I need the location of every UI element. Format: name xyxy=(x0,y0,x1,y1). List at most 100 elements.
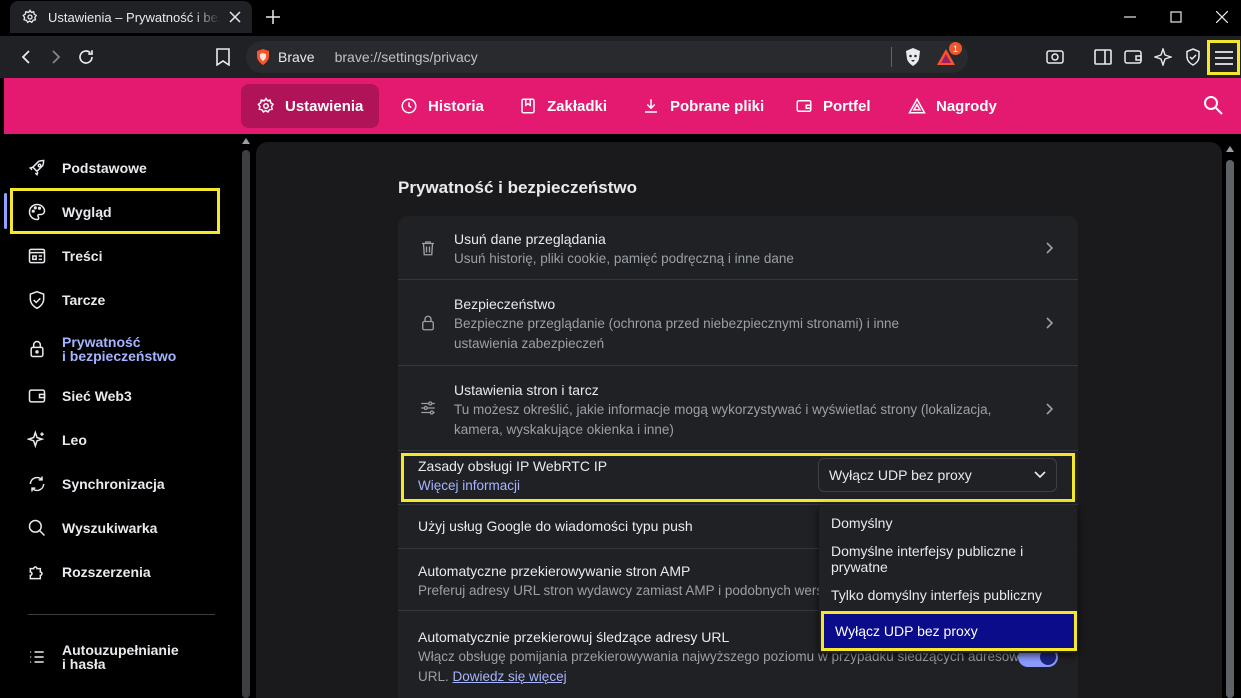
url-text[interactable]: brave://settings/privacy xyxy=(335,49,891,65)
brave-rewards-icon[interactable]: 1 xyxy=(934,42,962,68)
chevron-right-icon xyxy=(1046,403,1054,415)
back-icon[interactable] xyxy=(12,43,40,71)
download-icon xyxy=(642,97,660,115)
option-public-private[interactable]: Domyślne interfejsy publiczne i prywatne xyxy=(819,541,1077,577)
sidebar-item-sync[interactable]: Synchronizacja xyxy=(26,472,165,496)
omnibox-separator xyxy=(891,47,892,67)
brave-shields-icon[interactable] xyxy=(902,46,924,68)
sidebar-item-label: Synchronizacja xyxy=(62,476,165,492)
nav-rewards[interactable]: Nagrody xyxy=(892,84,1013,128)
row-subtitle: Tu możesz określić, jakie informacje mog… xyxy=(454,402,992,437)
scrollbar-thumb[interactable] xyxy=(242,150,250,698)
option-public-only[interactable]: Tylko domyślny interfejs publiczny xyxy=(819,577,1077,613)
nav-history[interactable]: Historia xyxy=(384,84,500,128)
chevron-right-icon xyxy=(1046,242,1054,254)
sliders-icon xyxy=(418,398,438,418)
sidebar-item-autofill[interactable]: Autouzupełnianie i hasła xyxy=(26,639,179,675)
label-line: i hasła xyxy=(62,656,106,672)
row-title: Automatycznie przekierowuj śledzące adre… xyxy=(418,629,730,645)
address-bar[interactable]: Brave brave://settings/privacy 1 xyxy=(246,41,968,73)
sidebar-item-shields[interactable]: Tarcze xyxy=(26,288,105,312)
forward-icon[interactable] xyxy=(42,43,70,71)
sidebar-item-leo[interactable]: Leo xyxy=(26,428,87,452)
brave-logo-icon xyxy=(257,49,269,65)
chevron-down-icon xyxy=(1034,471,1046,479)
learn-more-link[interactable]: Dowiedz się więcej xyxy=(453,669,567,684)
sidebar-item-search[interactable]: Wyszukiwarka xyxy=(26,516,157,540)
sparkle-icon xyxy=(26,429,48,451)
option-default[interactable]: Domyślny xyxy=(819,505,1077,541)
sidebar-item-label: Prywatność i bezpieczeństwo xyxy=(62,335,176,363)
nav-label: Historia xyxy=(428,97,484,115)
sidebar-item-label: Tarcze xyxy=(62,292,106,308)
shield-check-icon xyxy=(26,289,48,311)
row-title: Usuń dane przeglądania xyxy=(454,231,606,247)
reload-icon[interactable] xyxy=(72,43,100,71)
vpn-icon[interactable] xyxy=(1179,43,1207,71)
row-title: Ustawienia stron i tarcz xyxy=(454,382,599,398)
row-clear-browsing-data[interactable]: Usuń dane przeglądania Usuń historię, pl… xyxy=(398,216,1078,280)
scrollbar-thumb[interactable] xyxy=(1226,160,1234,698)
nav-label: Pobrane pliki xyxy=(670,97,765,115)
scroll-up-arrow-icon[interactable] xyxy=(241,138,251,146)
bookmarks-icon xyxy=(519,97,537,115)
gear-icon xyxy=(20,7,40,27)
wallet-icon xyxy=(26,385,48,407)
screenshot-icon[interactable] xyxy=(1041,43,1069,71)
nav-settings[interactable]: Ustawienia xyxy=(241,84,380,128)
main-menu-button[interactable] xyxy=(1207,40,1240,75)
select-value: Wyłącz UDP bez proxy xyxy=(829,467,972,483)
browser-tab[interactable]: Ustawienia – Prywatność i bezpieczeństwo xyxy=(10,1,252,33)
sidebar-item-content[interactable]: Treści xyxy=(26,244,102,268)
bookmark-icon[interactable] xyxy=(209,43,237,71)
nav-label: Portfel xyxy=(823,97,871,115)
leo-ai-icon[interactable] xyxy=(1149,43,1177,71)
nav-bookmarks[interactable]: Zakładki xyxy=(503,84,623,128)
site-brand-label: Brave xyxy=(278,49,315,65)
highlight-privacy-sidebar xyxy=(10,188,220,234)
lock-icon xyxy=(418,313,438,333)
search-icon xyxy=(26,517,48,539)
rewards-triangle-icon xyxy=(908,97,926,115)
history-icon xyxy=(400,97,418,115)
active-indicator xyxy=(4,193,7,229)
main-scrollbar[interactable] xyxy=(1224,142,1236,698)
new-tab-icon[interactable] xyxy=(262,6,284,28)
row-subtitle: Usuń historię, pliki cookie, pamięć podr… xyxy=(454,251,794,266)
sidebar-scrollbar[interactable] xyxy=(241,134,251,698)
row-title: Bezpieczeństwo xyxy=(454,296,556,312)
close-tab-icon[interactable] xyxy=(226,8,244,26)
rocket-icon xyxy=(26,157,48,179)
sidebar-item-label: Rozszerzenia xyxy=(62,564,151,580)
close-window-icon[interactable] xyxy=(1199,0,1241,34)
sidebar-item-label: Autouzupełnianie i hasła xyxy=(62,643,179,671)
sidebar-toggle-icon[interactable] xyxy=(1089,43,1117,71)
content-icon xyxy=(26,245,48,267)
sidebar-item-web3[interactable]: Sieć Web3 xyxy=(26,384,132,408)
search-icon[interactable] xyxy=(1203,95,1225,117)
subtitle-text: Preferuj adresy URL stron wydawcy zamias… xyxy=(418,583,833,598)
scroll-up-arrow-icon[interactable] xyxy=(1225,146,1235,154)
row-security[interactable]: Bezpieczeństwo Bezpieczne przeglądanie (… xyxy=(398,280,1078,366)
sidebar-item-privacy[interactable]: Prywatność i bezpieczeństwo xyxy=(26,331,176,367)
list-icon xyxy=(26,646,48,668)
row-site-settings[interactable]: Ustawienia stron i tarcz Tu możesz okreś… xyxy=(398,366,1078,451)
nav-label: Zakładki xyxy=(547,97,608,115)
minimize-icon[interactable] xyxy=(1107,0,1153,34)
row-subtitle: Bezpieczne przeglądanie (ochrona przed n… xyxy=(454,316,899,351)
sidebar-item-basic[interactable]: Podstawowe xyxy=(26,156,147,180)
webrtc-policy-select[interactable]: Wyłącz UDP bez proxy xyxy=(818,458,1057,492)
browser-toolbar: Brave brave://settings/privacy 1 xyxy=(0,36,1241,78)
maximize-icon[interactable] xyxy=(1153,0,1199,34)
nav-downloads[interactable]: Pobrane pliki xyxy=(626,84,780,128)
sidebar-item-label: Sieć Web3 xyxy=(62,388,132,404)
sidebar-item-extensions[interactable]: Rozszerzenia xyxy=(26,560,151,584)
wallet-icon xyxy=(795,97,813,115)
wallet-icon[interactable] xyxy=(1119,43,1147,71)
sidebar-item-label: Treści xyxy=(62,248,103,264)
nav-wallet[interactable]: Portfel xyxy=(779,84,887,128)
puzzle-icon xyxy=(26,561,48,583)
sidebar-item-label: Leo xyxy=(62,432,87,448)
tab-title: Ustawienia – Prywatność i bezpieczeństwo xyxy=(48,9,220,25)
sidebar-divider xyxy=(28,614,215,615)
